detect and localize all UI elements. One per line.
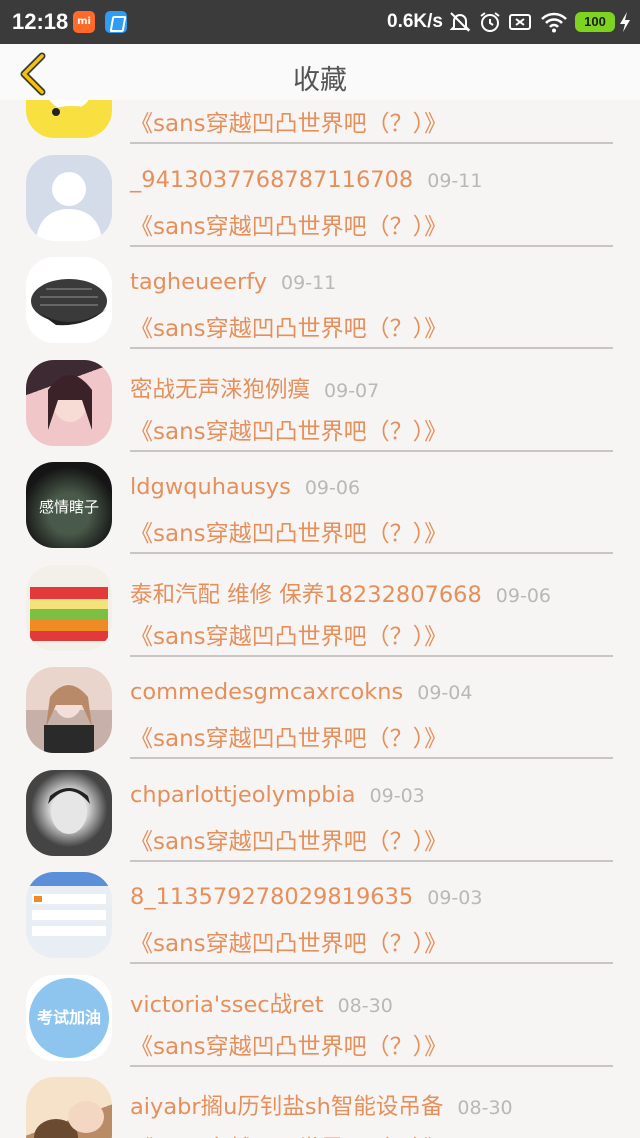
app-header: 收藏 bbox=[0, 44, 640, 100]
status-bar: 12:18 mi 0.6K/s 100 bbox=[0, 0, 640, 44]
thread-title[interactable]: 《sans穿越凹凸世界吧（？）》 bbox=[130, 309, 447, 343]
avatar[interactable]: 感情瞎子 bbox=[26, 462, 112, 548]
avatar[interactable] bbox=[26, 359, 112, 446]
thread-title[interactable]: 《sans穿越凹凸世界吧（？）》 bbox=[130, 1027, 447, 1061]
post-date: 08-30 bbox=[457, 1097, 513, 1119]
user-name[interactable]: aiyabr搁u历钊盐sh智能设吊备 bbox=[130, 1094, 443, 1120]
mute-icon bbox=[449, 12, 471, 32]
thread-title[interactable]: 《sans穿越凹凸世界吧（？）》 bbox=[130, 104, 447, 138]
post-date: 08-30 bbox=[337, 994, 393, 1017]
sim-x-icon bbox=[509, 14, 531, 30]
avatar[interactable] bbox=[26, 154, 112, 241]
avatar[interactable] bbox=[26, 769, 112, 856]
mi-app-icon: mi bbox=[73, 11, 95, 33]
list-item[interactable]: tagheueerfy 09-11 《sans穿越凹凸世界吧（？）》 bbox=[0, 247, 640, 350]
post-date: 09-11 bbox=[281, 272, 337, 294]
user-name[interactable]: commedesgmcaxrcokns bbox=[130, 679, 403, 705]
list-item[interactable]: aiyabr搁u历钊盐sh智能设吊备 08-30 《sans穿越凹凸世界吧（？）》 bbox=[0, 1067, 640, 1138]
user-name[interactable]: 密战无声涞狍例瘼 bbox=[130, 377, 310, 403]
avatar[interactable] bbox=[26, 564, 112, 651]
avatar[interactable]: 考试加油 bbox=[26, 974, 112, 1061]
user-name[interactable]: chparlottjeolympbia bbox=[130, 782, 356, 808]
alarm-icon bbox=[480, 12, 500, 32]
avatar-caption: 感情瞎子 bbox=[39, 498, 99, 516]
page-title: 收藏 bbox=[293, 65, 347, 96]
thread-title[interactable]: 《sans穿越凹凸世界吧（？）》 bbox=[130, 617, 447, 651]
post-date: 09-06 bbox=[495, 584, 551, 607]
network-speed: 0.6K/s bbox=[387, 11, 443, 32]
user-name[interactable]: tagheueerfy bbox=[130, 269, 267, 295]
post-date: 09-11 bbox=[427, 169, 483, 192]
list-item[interactable]: chparlottjeolympbia 09-03 《sans穿越凹凸世界吧（？）… bbox=[0, 760, 640, 863]
notification-app-icon bbox=[105, 11, 127, 33]
post-date: 09-04 bbox=[417, 682, 473, 704]
post-date: 09-03 bbox=[427, 887, 483, 909]
avatar[interactable] bbox=[26, 100, 112, 138]
list-item[interactable]: 密战无声涞狍例瘼 09-07 《sans穿越凹凸世界吧（？）》 bbox=[0, 350, 640, 453]
post-date: 09-03 bbox=[369, 784, 425, 807]
thread-title[interactable]: 《sans穿越凹凸世界吧（？）》 bbox=[130, 1129, 447, 1138]
list-item[interactable]: 考试加油 victoria'ssec战ret 08-30 《sans穿越凹凸世界吧… bbox=[0, 965, 640, 1068]
post-date: 09-07 bbox=[324, 379, 380, 402]
list-item[interactable]: 感情瞎子 ldgwquhausys 09-06 《sans穿越凹凸世界吧（？）》 bbox=[0, 452, 640, 555]
user-name[interactable]: _9413037768787116708 bbox=[130, 167, 413, 193]
user-name[interactable]: ldgwquhausys bbox=[130, 474, 291, 500]
avatar[interactable] bbox=[26, 257, 112, 343]
avatar[interactable] bbox=[26, 1077, 112, 1138]
battery-indicator: 100 bbox=[575, 12, 615, 32]
avatar-caption: 考试加油 bbox=[37, 1008, 101, 1027]
list-item[interactable]: 《sans穿越凹凸世界吧（？）》 bbox=[0, 100, 640, 145]
charging-icon bbox=[620, 12, 630, 32]
thread-title[interactable]: 《sans穿越凹凸世界吧（？）》 bbox=[130, 924, 447, 958]
list-item[interactable]: _9413037768787116708 09-11 《sans穿越凹凸世界吧（？… bbox=[0, 145, 640, 248]
thread-title[interactable]: 《sans穿越凹凸世界吧（？）》 bbox=[130, 412, 447, 446]
avatar[interactable] bbox=[26, 872, 112, 958]
thread-title[interactable]: 《sans穿越凹凸世界吧（？）》 bbox=[130, 514, 447, 548]
post-date: 09-06 bbox=[304, 477, 361, 499]
list-item[interactable]: 泰和汽配 维修 保养18232807668 09-06 《sans穿越凹凸世界吧（… bbox=[0, 555, 640, 658]
thread-title[interactable]: 《sans穿越凹凸世界吧（？）》 bbox=[130, 207, 447, 241]
avatar[interactable] bbox=[26, 667, 112, 753]
thread-title[interactable]: 《sans穿越凹凸世界吧（？）》 bbox=[130, 822, 447, 856]
status-time: 12:18 bbox=[12, 9, 69, 34]
user-name[interactable]: victoria'ssec战ret bbox=[130, 992, 324, 1018]
user-name[interactable]: 泰和汽配 维修 保养18232807668 bbox=[130, 582, 482, 608]
user-name[interactable]: 8_113579278029819635 bbox=[130, 884, 413, 910]
list-item[interactable]: commedesgmcaxrcokns 09-04 《sans穿越凹凸世界吧（？）… bbox=[0, 657, 640, 760]
list-item[interactable]: 8_113579278029819635 09-03 《sans穿越凹凸世界吧（？… bbox=[0, 862, 640, 965]
thread-title[interactable]: 《sans穿越凹凸世界吧（？）》 bbox=[130, 719, 447, 753]
default-user-icon bbox=[36, 171, 102, 241]
favorites-list[interactable]: 《sans穿越凹凸世界吧（？）》 _9413037768787116708 09-… bbox=[0, 100, 640, 1138]
wifi-icon bbox=[541, 12, 567, 33]
